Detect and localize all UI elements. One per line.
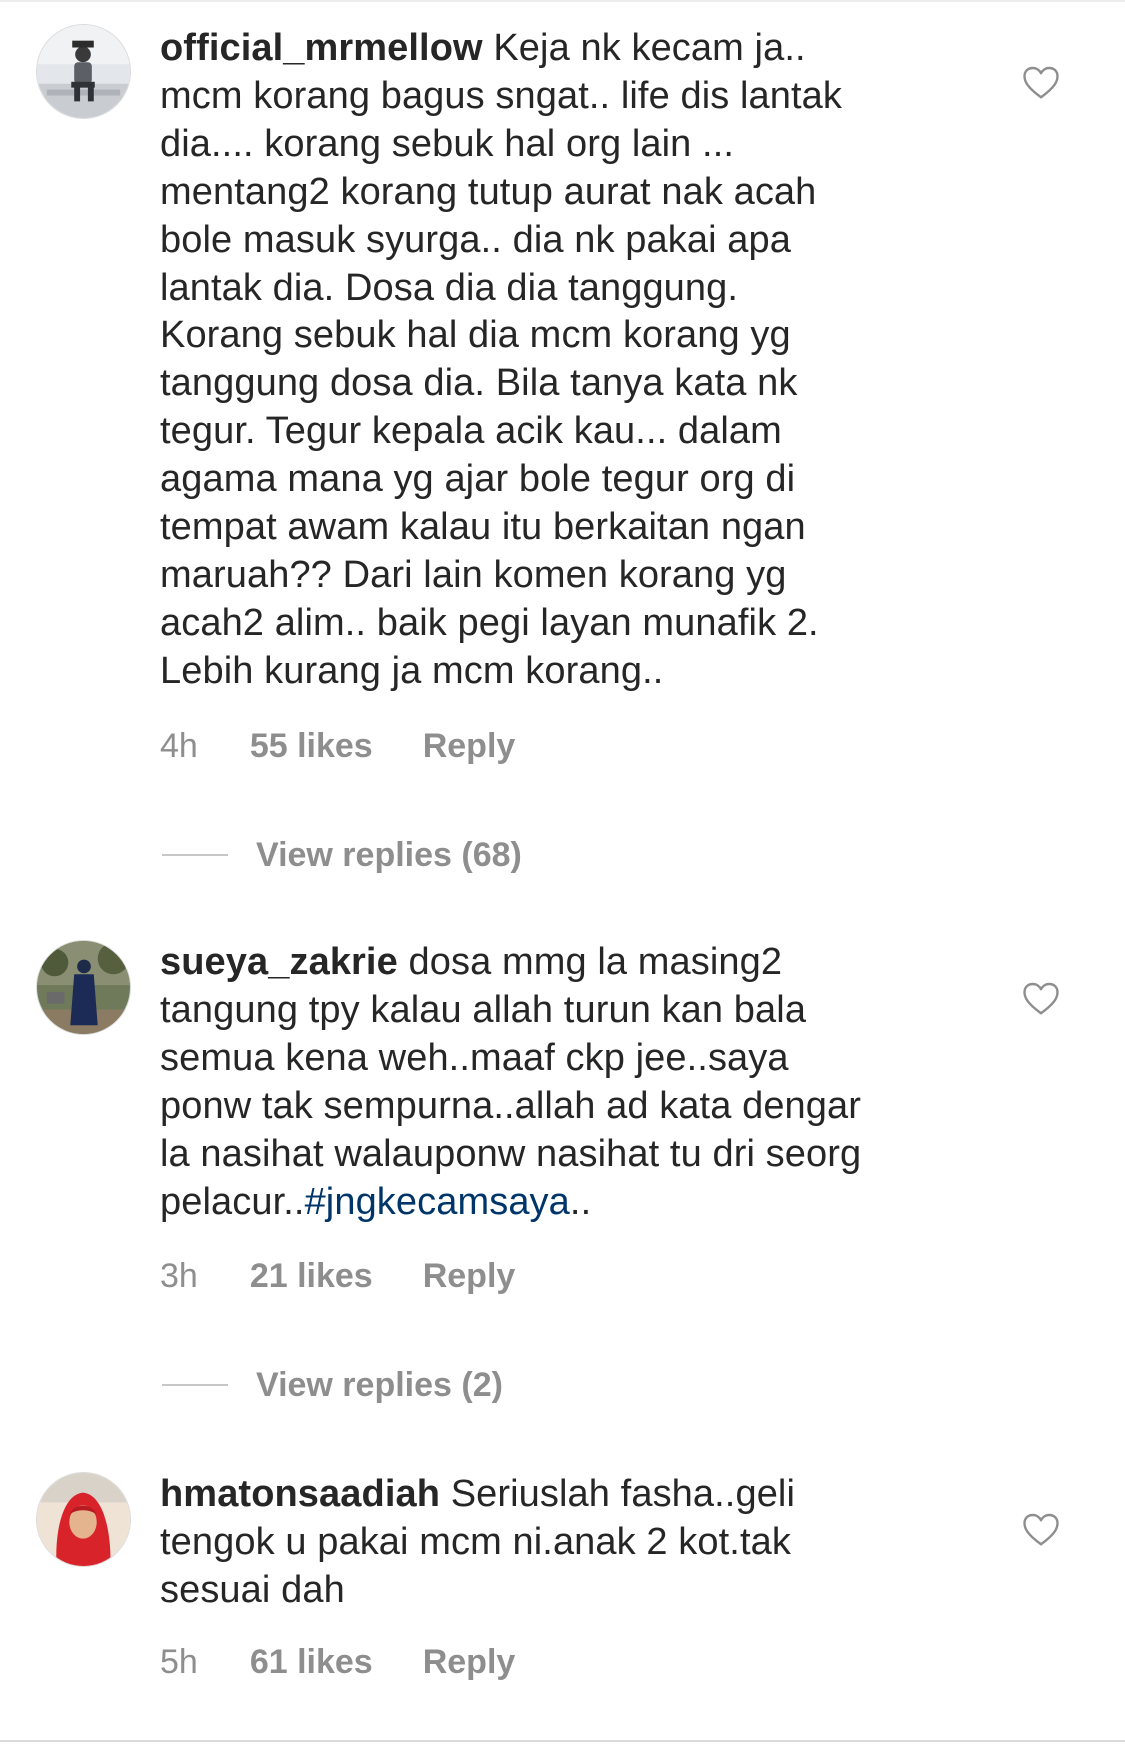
comment-text: official_mrmellow Keja nk kecam ja.. mcm…	[160, 25, 980, 696]
comment-line: pelacur..#jngkecamsaya..	[160, 1180, 592, 1223]
likes-count[interactable]: 55 likes	[250, 727, 373, 766]
comment-line: tangung tpy kalau allah turun kan bala	[160, 988, 807, 1031]
comment-line: mentang2 korang tutup aurat nak acah	[160, 170, 817, 213]
comment-line: Lebih kurang ja mcm korang..	[160, 649, 664, 692]
comment-line: lantak dia. Dosa dia dia tanggung.	[160, 266, 739, 309]
reply-button[interactable]: Reply	[423, 727, 516, 766]
comment-line: tanggung dosa dia. Bila tanya kata nk	[160, 362, 798, 405]
top-divider	[0, 0, 1125, 2]
likes-count[interactable]: 61 likes	[250, 1643, 373, 1682]
comment-line: sueya_zakrie dosa mmg la masing2	[160, 941, 783, 983]
avatar[interactable]	[36, 1472, 131, 1567]
comment-line: acah2 alim.. baik pegi layan munafik 2.	[160, 601, 819, 644]
comment-meta: 3h 21 likes Reply	[160, 1257, 515, 1296]
comment-meta: 4h 55 likes Reply	[160, 727, 515, 766]
avatar[interactable]	[36, 940, 131, 1035]
username[interactable]: official_mrmellow	[160, 27, 483, 69]
comment-line: maruah?? Dari lain komen korang yg	[160, 553, 787, 596]
divider-line	[162, 1384, 228, 1386]
avatar[interactable]	[36, 24, 131, 119]
comment-line: sesuai dah	[160, 1568, 345, 1611]
comment-line: Korang sebuk hal dia mcm korang yg	[160, 314, 791, 357]
comment-line: agama mana yg ajar bole tegur org di	[160, 458, 796, 501]
heart-outline-icon	[1023, 1513, 1059, 1546]
comment-meta: 5h 61 likes Reply	[160, 1643, 515, 1682]
avatar-photo-sueya	[37, 941, 130, 1034]
comment-line: hmatonsaadiah Seriuslah fasha..geli	[160, 1473, 796, 1515]
view-replies-label: View replies (2)	[256, 1365, 503, 1404]
bottom-divider	[0, 1740, 1125, 1742]
heart-outline-icon	[1023, 982, 1059, 1015]
comment-line: bole masuk syurga.. dia nk pakai apa	[160, 218, 791, 261]
view-replies-label: View replies (68)	[256, 835, 522, 874]
username[interactable]: sueya_zakrie	[160, 941, 398, 983]
comment-line: tegur. Tegur kepala acik kau... dalam	[160, 410, 782, 453]
comment-line: semua kena weh..maaf ckp jee..saya	[160, 1036, 789, 1079]
view-replies-button[interactable]: View replies (68)	[162, 833, 522, 877]
comment-timestamp: 5h	[160, 1643, 198, 1681]
comment-line: ponw tak sempurna..allah ad kata dengar	[160, 1084, 862, 1127]
reply-button[interactable]: Reply	[423, 1257, 516, 1296]
likes-count[interactable]: 21 likes	[250, 1257, 373, 1296]
avatar-photo-mrmellow	[37, 25, 130, 118]
comment-timestamp: 3h	[160, 1257, 198, 1295]
like-button[interactable]	[1023, 982, 1059, 1016]
comment-line: tempat awam kalau itu berkaitan ngan	[160, 506, 806, 549]
comment-line: mcm korang bagus sngat.. life dis lantak	[160, 74, 843, 117]
hashtag-link[interactable]: #jngkecamsaya	[305, 1181, 570, 1223]
comment-line: tengok u pakai mcm ni.anak 2 kot.tak	[160, 1520, 791, 1563]
divider-line	[162, 854, 228, 856]
avatar-photo-hmatonsaadiah	[37, 1473, 130, 1566]
comment-text: sueya_zakrie dosa mmg la masing2 tangung…	[160, 939, 980, 1226]
comment-timestamp: 4h	[160, 727, 198, 765]
comment-line: dia.... korang sebuk hal org lain ...	[160, 122, 735, 165]
comment-line: official_mrmellow Keja nk kecam ja..	[160, 27, 806, 69]
comment-line: la nasihat walauponw nasihat tu dri seor…	[160, 1132, 862, 1175]
reply-button[interactable]: Reply	[423, 1643, 516, 1682]
view-replies-button[interactable]: View replies (2)	[162, 1363, 503, 1407]
heart-outline-icon	[1023, 66, 1059, 99]
username[interactable]: hmatonsaadiah	[160, 1473, 440, 1515]
like-button[interactable]	[1023, 1513, 1059, 1547]
comment-text: hmatonsaadiah Seriuslah fasha..geli teng…	[160, 1471, 980, 1615]
like-button[interactable]	[1023, 66, 1059, 100]
